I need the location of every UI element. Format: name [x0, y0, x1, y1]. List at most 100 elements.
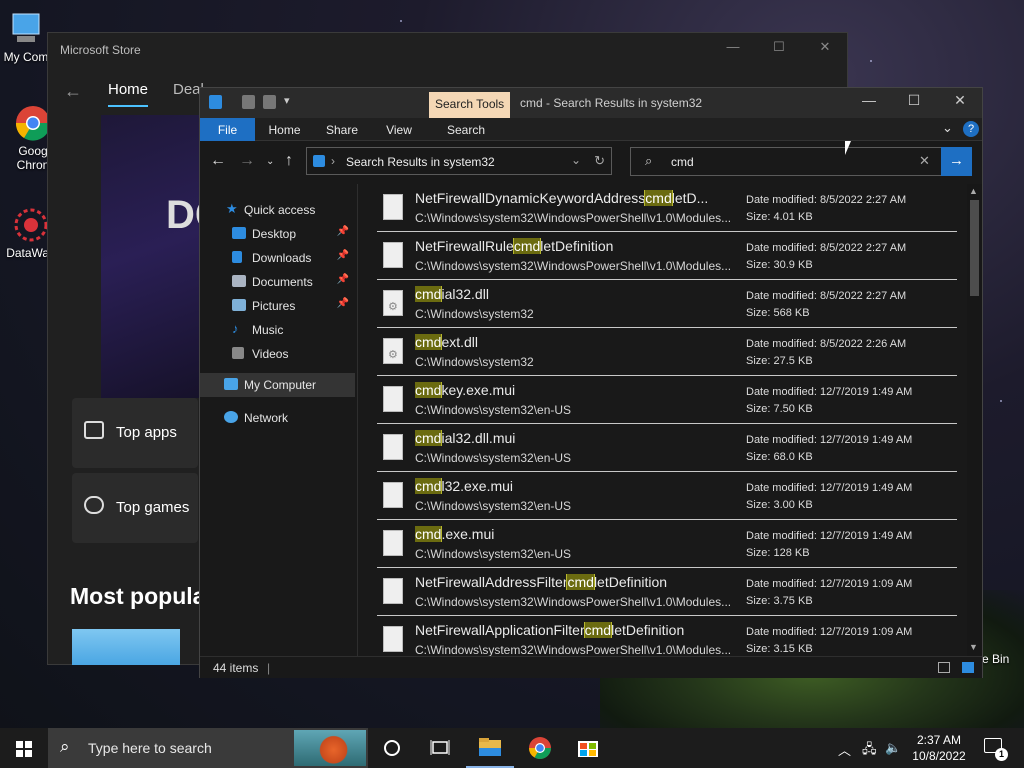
file-name-suffix: letD... [671, 190, 709, 206]
chevron-down-icon[interactable]: ⌄ [571, 153, 581, 167]
new-folder-icon[interactable] [263, 95, 276, 109]
explorer-titlebar[interactable]: ▾ Search Tools cmd - Search Results in s… [200, 88, 982, 118]
store-section-heading: Most popula [70, 583, 206, 609]
nav-item-documents[interactable]: Documents 📌 [200, 270, 355, 294]
address-row: ← → ⌄ ↑ › Search Results in system32 ⌄ ↻… [200, 142, 982, 182]
vertical-scrollbar[interactable]: ▲ ▼ [967, 184, 982, 656]
tab-view[interactable]: View [372, 118, 426, 141]
taskbar-file-explorer[interactable] [466, 728, 514, 768]
windows-logo-icon [16, 750, 23, 757]
scrollbar-thumb[interactable] [970, 200, 979, 296]
tab-file[interactable]: File [200, 118, 255, 141]
file-name-suffix: ext.dll [441, 334, 479, 350]
file-name: NetFirewallDynamicKeywordAddresscmdletD.… [415, 190, 735, 206]
expand-ribbon-icon[interactable]: ⌄ [942, 120, 953, 136]
cortana-button[interactable] [368, 728, 416, 768]
large-icons-view-icon[interactable] [962, 662, 974, 673]
search-tools-tab[interactable]: Search Tools [429, 92, 511, 118]
address-text: Search Results in system32 [346, 155, 495, 169]
minimize-button[interactable]: — [846, 92, 892, 108]
file-date-modified: Date modified: 8/5/2022 2:27 AM [746, 194, 907, 206]
taskbar-microsoft-store[interactable] [564, 728, 612, 768]
file-row[interactable]: NetFirewallRulecmdletDefinition C:\Window… [377, 232, 957, 280]
nav-item-pictures[interactable]: Pictures 📌 [200, 294, 355, 318]
pin-icon[interactable]: 📌 [337, 298, 349, 309]
file-row[interactable]: cmdl32.exe.mui C:\Windows\system32\en-US D… [377, 472, 957, 520]
nav-item-downloads[interactable]: Downloads 📌 [200, 246, 355, 270]
file-size: Size: 568 KB [746, 307, 810, 319]
nav-item-my-computer[interactable]: My Computer [200, 373, 355, 397]
forward-arrow-icon[interactable]: → [239, 152, 255, 170]
file-row[interactable]: cmd.exe.mui C:\Windows\system32\en-US Date… [377, 520, 957, 568]
downloads-folder-icon [232, 251, 242, 263]
search-input[interactable]: cmd [671, 155, 694, 169]
pin-icon[interactable]: 📌 [337, 226, 349, 237]
address-bar[interactable]: › Search Results in system32 ⌄ ↻ [306, 147, 612, 175]
clear-search-icon[interactable]: ✕ [919, 153, 930, 169]
file-row[interactable]: NetFirewallApplicationFiltercmdletDefini… [377, 616, 957, 656]
file-row[interactable]: NetFirewallDynamicKeywordAddresscmdletD.… [377, 184, 957, 232]
network-tray-icon[interactable]: 🖧 [862, 740, 877, 762]
file-icon [383, 530, 403, 556]
store-tab-home[interactable]: Home [108, 81, 148, 98]
network-icon [224, 411, 238, 423]
maximize-button[interactable]: ☐ [891, 92, 937, 109]
taskbar: ⌕ Type here to search ︿ 🖧 🔈 2:37 AM 10/8… [0, 728, 1024, 768]
properties-icon[interactable] [242, 95, 255, 109]
search-go-button[interactable]: → [941, 147, 972, 176]
search-match-highlight: cmd [415, 526, 443, 542]
customize-toolbar-icon[interactable]: ▾ [284, 94, 290, 107]
file-name: cmdext.dll [415, 334, 735, 350]
file-row[interactable]: cmdkey.exe.mui C:\Windows\system32\en-US D… [377, 376, 957, 424]
volume-icon[interactable]: 🔈 [885, 740, 901, 756]
file-date-modified: Date modified: 8/5/2022 2:26 AM [746, 338, 907, 350]
store-close-button[interactable]: ✕ [802, 39, 848, 55]
tab-home[interactable]: Home [257, 118, 312, 141]
file-row[interactable]: cmdial32.dll.mui C:\Windows\system32\en-U… [377, 424, 957, 472]
file-size: Size: 7.50 KB [746, 403, 813, 415]
store-card-top-games[interactable]: Top games [72, 473, 198, 543]
search-match-highlight: cmd [415, 334, 443, 350]
nav-item-label: Videos [252, 347, 289, 361]
taskbar-search-box[interactable]: ⌕ Type here to search [48, 728, 368, 768]
scroll-down-icon[interactable]: ▼ [969, 642, 978, 652]
file-row[interactable]: NetFirewallAddressFiltercmdletDefinition… [377, 568, 957, 616]
nav-item-desktop[interactable]: Desktop 📌 [200, 222, 355, 246]
close-button[interactable]: ✕ [937, 92, 983, 109]
store-maximize-button[interactable]: ☐ [756, 39, 802, 55]
help-icon[interactable]: ? [963, 121, 979, 137]
desktop-icon-recycle-bin[interactable]: e Bin [982, 652, 1009, 666]
up-arrow-icon[interactable]: ↑ [285, 152, 293, 170]
store-app-thumbnail[interactable] [72, 629, 180, 665]
task-view-button[interactable] [416, 728, 464, 768]
taskbar-clock[interactable]: 2:37 AM 10/8/2022 [906, 732, 972, 764]
taskbar-chrome[interactable] [516, 728, 564, 768]
nav-item-videos[interactable]: Videos [200, 342, 355, 366]
store-minimize-button[interactable]: — [710, 39, 756, 54]
pin-icon[interactable]: 📌 [337, 274, 349, 285]
nav-item-quick-access[interactable]: ★ Quick access [200, 198, 355, 222]
store-card-top-apps[interactable]: Top apps [72, 398, 198, 468]
file-row[interactable]: cmdext.dll C:\Windows\system32 Date modifi… [377, 328, 957, 376]
start-button[interactable] [0, 728, 48, 768]
back-arrow-icon[interactable]: ← [210, 152, 226, 170]
nav-item-music[interactable]: ♪ Music [200, 318, 355, 342]
details-view-icon[interactable] [938, 662, 950, 673]
file-icon [383, 482, 403, 508]
tab-share[interactable]: Share [314, 118, 370, 141]
show-hidden-icons-button[interactable]: ︿ [838, 740, 851, 759]
tab-search[interactable]: Search [428, 118, 504, 141]
recent-locations-icon[interactable]: ⌄ [266, 156, 274, 167]
nav-item-network[interactable]: Network [200, 406, 355, 430]
navigation-pane: ★ Quick access Desktop 📌 Downloads 📌 Doc… [200, 184, 358, 656]
search-icon: ⌕ [645, 153, 653, 168]
store-back-button[interactable]: ← [64, 81, 82, 102]
file-icon [383, 434, 403, 460]
search-box[interactable]: ⌕ cmd ✕ → [630, 147, 972, 176]
chevron-right-icon: › [331, 154, 335, 168]
file-row[interactable]: cmdial32.dll C:\Windows\system32 Date modi… [377, 280, 957, 328]
pin-icon[interactable]: 📌 [337, 250, 349, 261]
refresh-icon[interactable]: ↻ [594, 153, 605, 169]
scroll-up-icon[interactable]: ▲ [969, 186, 978, 196]
windows-logo-icon [16, 741, 23, 748]
